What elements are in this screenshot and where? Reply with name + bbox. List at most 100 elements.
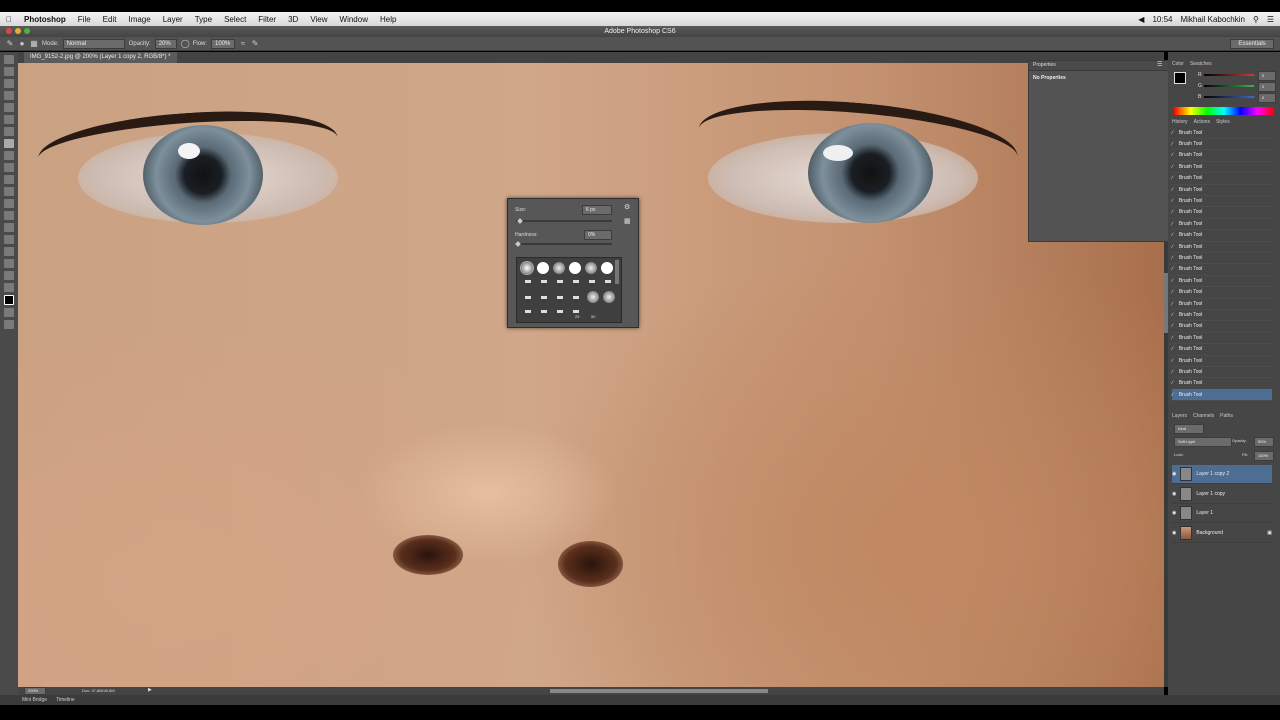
history-item[interactable]: ∕ Brush Tool (1172, 275, 1272, 288)
brush-size-slider-thumb[interactable] (517, 218, 523, 224)
brush-size-slider[interactable] (516, 218, 612, 224)
move-tool-icon[interactable] (4, 55, 14, 64)
history-brush-tool-icon[interactable] (4, 163, 14, 172)
menu-edit[interactable]: Edit (97, 15, 123, 24)
history-item[interactable]: ∕ Brush Tool (1172, 389, 1272, 402)
quick-mask-icon[interactable] (4, 308, 14, 317)
history-item[interactable]: ∕ Brush Tool (1172, 378, 1272, 390)
presets-scroll-thumb[interactable] (615, 260, 619, 284)
foreground-color-chip[interactable] (1174, 72, 1186, 84)
menu-help[interactable]: Help (374, 15, 402, 24)
history-item[interactable]: ∕ Brush Tool (1172, 184, 1272, 196)
history-item[interactable]: ∕ Brush Tool (1172, 173, 1272, 185)
mode-select[interactable]: Normal (62, 38, 125, 49)
brush-preset-soft-selected[interactable] (520, 261, 534, 275)
history-item[interactable]: ∕ Brush Tool (1172, 366, 1272, 379)
history-item[interactable]: ∕ Brush Tool (1172, 309, 1272, 322)
history-item[interactable]: ∕ Brush Tool (1172, 355, 1272, 367)
brush-preset-soft-round[interactable] (553, 262, 565, 274)
hardness-field[interactable]: 0% (584, 230, 612, 240)
menu-file[interactable]: File (72, 15, 97, 24)
brush-preset-small[interactable] (525, 296, 531, 299)
blur-tool-icon[interactable] (4, 199, 14, 208)
notification-center-icon[interactable]: ☰ (1267, 15, 1274, 24)
history-item[interactable]: ∕ Brush Tool (1172, 218, 1272, 231)
brush-preset-small[interactable] (589, 280, 595, 283)
volume-icon[interactable]: ◀ (1138, 15, 1144, 24)
fill-field[interactable]: 100% (1254, 451, 1274, 461)
lasso-tool-icon[interactable] (4, 79, 14, 88)
layer-row[interactable]: ◉ Layer 1 copy 2 (1172, 465, 1272, 484)
picker-settings-gear-icon[interactable]: ⚙ (624, 203, 630, 211)
brush-size-field[interactable]: 6 px (582, 205, 612, 215)
history-item[interactable]: ∕ Brush Tool (1172, 161, 1272, 174)
doc-size-info[interactable]: Doc: 37,8M/40,8M (82, 688, 115, 693)
tab-color[interactable]: Color (1172, 61, 1184, 69)
tab-actions[interactable]: Actions (1194, 119, 1210, 127)
clock[interactable]: 10:54 (1152, 15, 1172, 24)
menu-select[interactable]: Select (218, 15, 252, 24)
menu-app-photoshop[interactable]: Photoshop (18, 15, 72, 24)
path-select-tool-icon[interactable] (4, 247, 14, 256)
hardness-slider[interactable] (515, 241, 612, 247)
document-tab[interactable]: IMG_9152-2.jpg @ 200% (Layer 1 copy 2, R… (24, 52, 177, 63)
hand-tool-icon[interactable] (4, 271, 14, 280)
tab-layers[interactable]: Layers (1172, 413, 1187, 421)
brush-preset-hard-round-3[interactable] (601, 262, 613, 274)
airbrush-icon[interactable]: ≈ (239, 39, 247, 48)
flow-field[interactable]: 100% (211, 38, 236, 49)
crop-tool-icon[interactable] (4, 103, 14, 112)
minimize-window-button[interactable] (15, 28, 21, 34)
brush-preset-hard-round[interactable] (537, 262, 549, 274)
tab-swatches[interactable]: Swatches (1190, 61, 1212, 69)
workspace-switcher[interactable]: Essentials (1230, 38, 1274, 49)
document-canvas[interactable] (18, 63, 1164, 687)
dodge-tool-icon[interactable] (4, 211, 14, 220)
channel-g-slider[interactable] (1204, 85, 1254, 87)
screen-mode-icon[interactable] (4, 320, 14, 329)
tablet-size-icon[interactable]: ✎ (251, 39, 259, 48)
brush-preset-soft-round-2[interactable] (585, 262, 597, 274)
tab-channels[interactable]: Channels (1193, 413, 1214, 421)
menu-3d[interactable]: 3D (282, 15, 304, 24)
history-item[interactable]: ∕ Brush Tool (1172, 264, 1272, 276)
history-item[interactable]: ∕ Brush Tool (1172, 138, 1272, 151)
zoom-field[interactable]: 200% (24, 687, 46, 695)
tab-styles[interactable]: Styles (1216, 119, 1230, 127)
close-window-button[interactable] (6, 28, 12, 34)
history-item[interactable]: ∕ Brush Tool (1172, 207, 1272, 219)
layer-visibility-eye-icon[interactable]: ◉ (1172, 510, 1176, 516)
brush-panel-toggle-icon[interactable]: ▦ (30, 39, 38, 48)
layer-visibility-eye-icon[interactable]: ◉ (1172, 491, 1176, 497)
brush-preset-small[interactable] (573, 310, 579, 313)
layer-visibility-eye-icon[interactable]: ◉ (1172, 530, 1176, 536)
eraser-tool-icon[interactable] (4, 175, 14, 184)
channel-g-value[interactable]: 0 (1258, 82, 1276, 92)
layer-visibility-eye-icon[interactable]: ◉ (1172, 471, 1176, 477)
zoom-window-button[interactable] (24, 28, 30, 34)
brush-preset-small[interactable] (525, 310, 531, 313)
tab-history[interactable]: History (1172, 119, 1188, 127)
gradient-tool-icon[interactable] (4, 187, 14, 196)
blend-mode-select[interactable]: Soft Light (1174, 437, 1232, 447)
foreground-color-swatch[interactable] (4, 295, 14, 305)
menu-view[interactable]: View (304, 15, 333, 24)
brush-tool-active-icon[interactable] (4, 139, 14, 148)
brush-preset-small[interactable] (573, 296, 579, 299)
history-item[interactable]: ∕ Brush Tool (1172, 150, 1272, 162)
zoom-tool-icon[interactable] (4, 283, 14, 292)
type-tool-icon[interactable] (4, 235, 14, 244)
tab-paths[interactable]: Paths (1220, 413, 1233, 421)
layer-row[interactable]: ◉ Layer 1 copy (1172, 485, 1272, 504)
layer-row[interactable]: ◉ Layer 1 (1172, 504, 1272, 523)
opacity-field[interactable]: 20% (154, 38, 177, 49)
brush-preset-small[interactable] (541, 296, 547, 299)
brush-preset-soft-round-50[interactable] (603, 291, 615, 303)
brush-preset-small[interactable] (557, 280, 563, 283)
brush-preset-small[interactable] (541, 310, 547, 313)
channel-r-value[interactable]: 0 (1258, 71, 1276, 81)
channel-r-slider[interactable] (1204, 74, 1254, 76)
history-item[interactable]: ∕ Brush Tool (1172, 230, 1272, 242)
menu-window[interactable]: Window (334, 15, 374, 24)
apple-icon[interactable]:  (0, 15, 18, 24)
